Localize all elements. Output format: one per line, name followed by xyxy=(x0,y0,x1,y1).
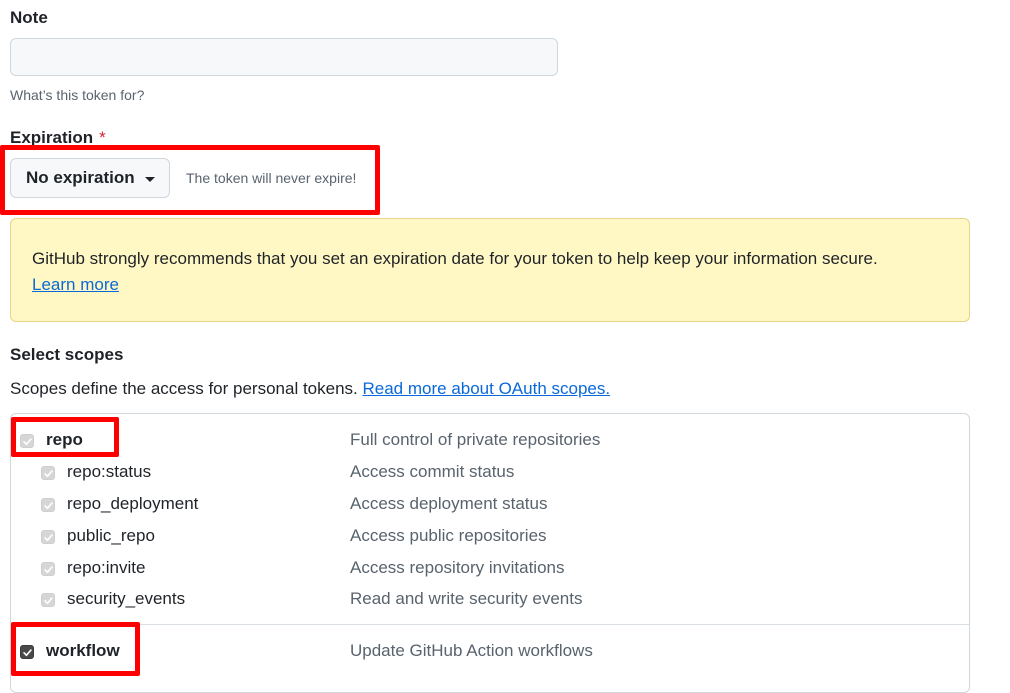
caret-down-icon xyxy=(144,176,155,182)
scope-description: Access deployment status xyxy=(350,494,548,513)
scope-name: repo xyxy=(46,430,83,449)
expiration-label-text: Expiration xyxy=(10,128,94,147)
note-input[interactable] xyxy=(10,38,558,76)
scope-description: Full control of private repositories xyxy=(350,430,601,449)
checkmark-icon xyxy=(43,533,53,541)
warning-text: GitHub strongly recommends that you set … xyxy=(32,249,878,268)
note-label: Note xyxy=(10,8,48,27)
checkmark-icon xyxy=(43,501,53,509)
scope-checkbox xyxy=(41,498,55,512)
scope-name: workflow xyxy=(46,641,120,660)
learn-more-link[interactable]: Learn more xyxy=(32,275,119,295)
scope-description: Update GitHub Action workflows xyxy=(350,641,593,660)
note-hint: What’s this token for? xyxy=(10,87,145,103)
scope-name: security_events xyxy=(67,589,186,608)
expiration-note: The token will never expire! xyxy=(186,170,357,186)
scope-description: Read and write security events xyxy=(350,589,583,608)
checkmark-icon xyxy=(43,596,53,604)
scope-name: repo:invite xyxy=(67,558,146,577)
checkmark-icon xyxy=(22,648,32,656)
scope-description: Access public repositories xyxy=(350,526,547,545)
scopes-description-text: Scopes define the access for personal to… xyxy=(10,379,358,398)
scope-checkbox xyxy=(41,530,55,544)
scopes-divider xyxy=(11,624,969,625)
scope-name: public_repo xyxy=(67,526,155,545)
scope-name: repo:status xyxy=(67,462,152,481)
scopes-description: Scopes define the access for personal to… xyxy=(10,379,610,399)
scope-checkbox xyxy=(41,466,55,480)
required-mark: * xyxy=(99,128,106,147)
expiration-label: Expiration * xyxy=(10,128,106,148)
scope-description: Access commit status xyxy=(350,462,515,481)
expiration-warning: GitHub strongly recommends that you set … xyxy=(10,218,970,322)
scope-checkbox xyxy=(41,562,55,576)
scope-checkbox[interactable] xyxy=(20,645,34,659)
expiration-dropdown[interactable]: No expiration xyxy=(10,158,170,198)
scopes-title: Select scopes xyxy=(10,345,124,364)
scope-checkbox xyxy=(41,593,55,607)
oauth-scopes-link[interactable]: Read more about OAuth scopes. xyxy=(363,379,611,398)
checkmark-icon xyxy=(22,437,32,445)
scope-checkbox xyxy=(20,434,34,448)
scope-name: repo_deployment xyxy=(67,494,199,513)
expiration-selected: No expiration xyxy=(26,168,135,187)
scope-description: Access repository invitations xyxy=(350,558,565,577)
checkmark-icon xyxy=(43,469,53,477)
checkmark-icon xyxy=(43,565,53,573)
